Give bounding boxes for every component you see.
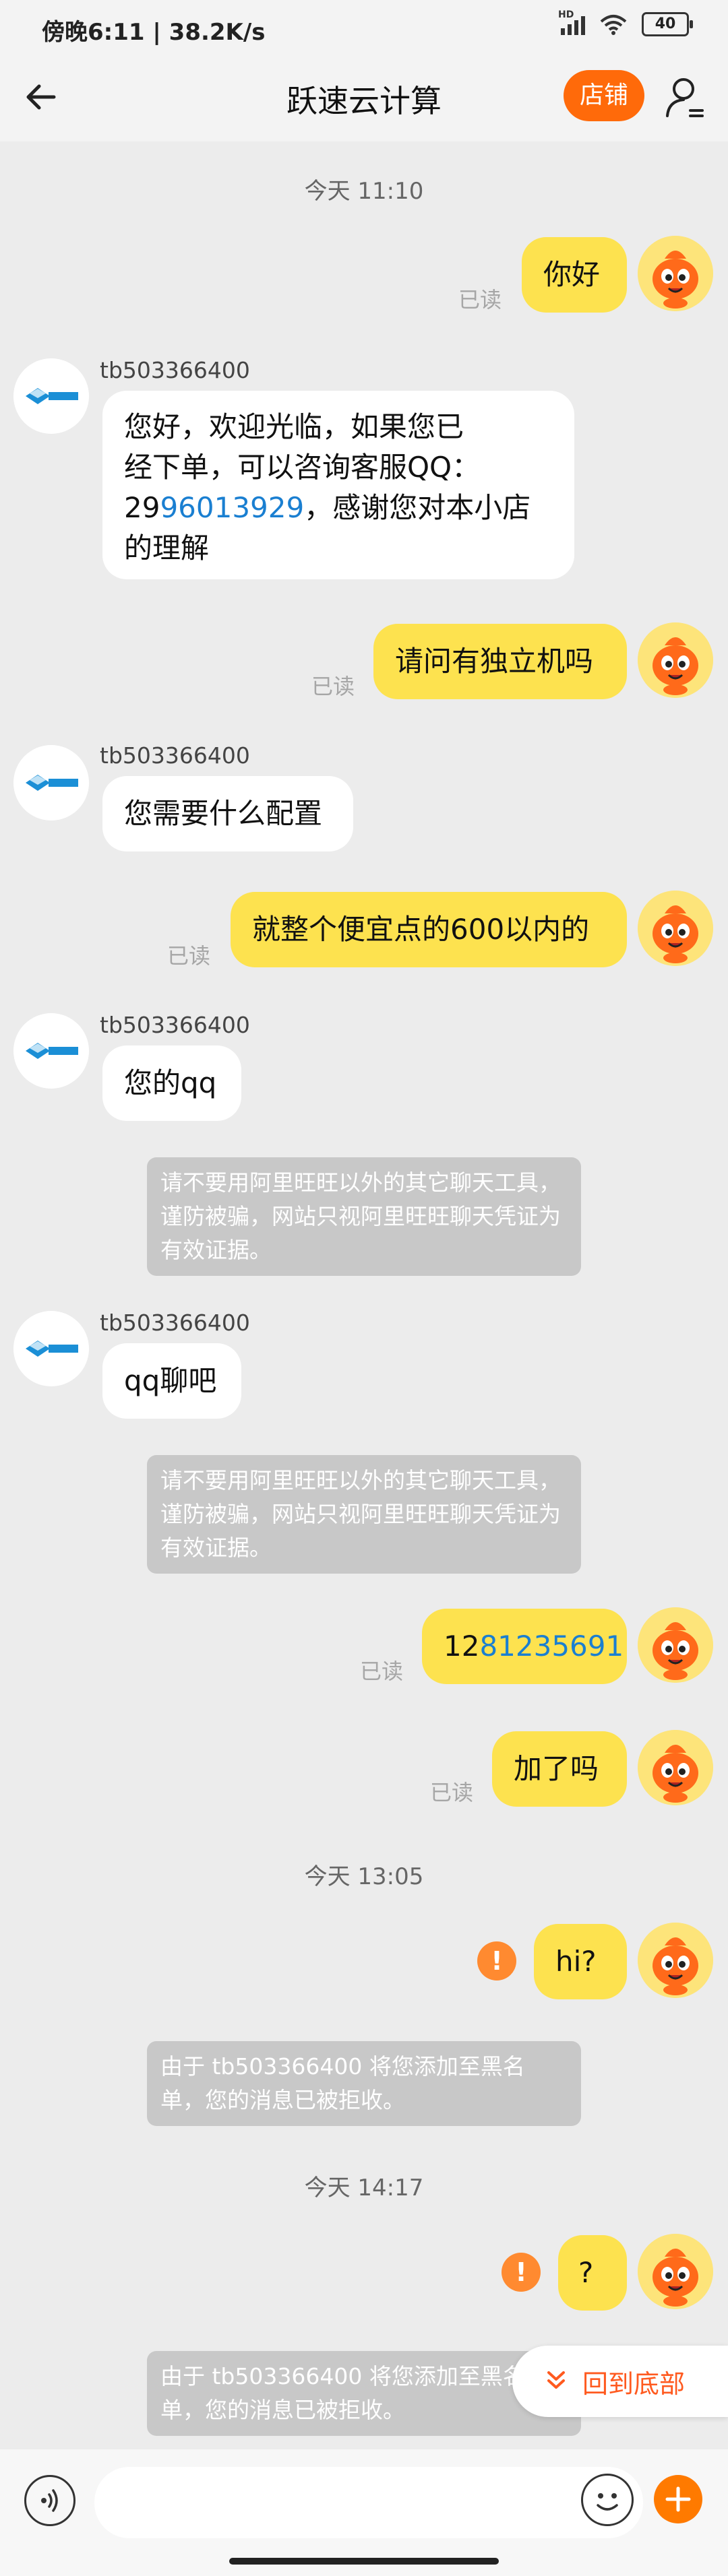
shop-message-bubble[interactable]: 您的qq bbox=[102, 1045, 241, 1121]
battery-icon: 40 bbox=[642, 12, 693, 36]
read-receipt: 已读 bbox=[311, 674, 355, 699]
send-failed-icon[interactable]: ! bbox=[477, 1941, 516, 1981]
message-text: 29 bbox=[124, 491, 160, 524]
person-icon[interactable] bbox=[661, 73, 709, 121]
message-line: 的理解 bbox=[124, 532, 210, 565]
qq-number-link[interactable]: 96013929 bbox=[160, 491, 304, 524]
status-time: 傍晚6:11 | 38.2K/s bbox=[42, 19, 266, 46]
my-avatar[interactable] bbox=[638, 1607, 713, 1683]
message-line: 经下单，可以咨询客服QQ： bbox=[124, 451, 481, 484]
my-avatar[interactable] bbox=[638, 622, 713, 698]
my-avatar[interactable] bbox=[638, 2234, 713, 2309]
nav-bar: 跃速云计算 店铺 bbox=[0, 54, 728, 141]
my-avatar[interactable] bbox=[638, 1923, 713, 1998]
shop-avatar[interactable] bbox=[13, 1311, 89, 1386]
my-message-bubble[interactable]: ? bbox=[558, 2235, 627, 2311]
timestamp: 今天 14:17 bbox=[304, 2175, 424, 2201]
wifi-icon bbox=[600, 15, 627, 35]
my-avatar[interactable] bbox=[638, 236, 713, 311]
home-indicator[interactable] bbox=[229, 2558, 499, 2565]
message-text: ，感谢您对本小店 bbox=[304, 491, 531, 524]
sender-name: tb503366400 bbox=[100, 1012, 250, 1038]
back-to-bottom-button[interactable]: 回到底部 bbox=[512, 2346, 728, 2417]
emoji-icon[interactable] bbox=[581, 2474, 634, 2526]
timestamp: 今天 11:10 bbox=[304, 178, 424, 205]
status-bar: 傍晚6:11 | 38.2K/s HD 40 bbox=[0, 0, 728, 54]
back-to-bottom-label: 回到底部 bbox=[582, 2369, 686, 2399]
system-notice: 请不要用阿里旺旺以外的其它聊天工具，谨防被骗，网站只视阿里旺旺聊天凭证为有效证据… bbox=[147, 1157, 581, 1276]
sender-name: tb503366400 bbox=[100, 357, 250, 383]
my-avatar[interactable] bbox=[638, 891, 713, 966]
shop-button[interactable]: 店铺 bbox=[564, 70, 644, 121]
hd-label: HD bbox=[558, 9, 574, 20]
read-receipt: 已读 bbox=[430, 1780, 474, 1805]
shop-message-bubble[interactable]: qq聊吧 bbox=[102, 1343, 241, 1419]
message-line: 2996013929，感谢您对本小店 bbox=[124, 488, 553, 528]
message-line: 您好，欢迎光临，如果您已 bbox=[124, 410, 464, 443]
read-receipt: 已读 bbox=[458, 287, 502, 313]
my-message-bubble[interactable]: 你好 bbox=[522, 237, 627, 313]
my-avatar[interactable] bbox=[638, 1730, 713, 1805]
read-receipt: 已读 bbox=[167, 943, 211, 969]
message-text: 12 bbox=[444, 1630, 480, 1663]
shop-message-bubble[interactable]: 您好，欢迎光临，如果您已 经下单，可以咨询客服QQ： 2996013929，感谢… bbox=[102, 391, 574, 579]
blocked-notice: 由于 tb503366400 将您添加至黑名单，您的消息已被拒收。 bbox=[147, 2041, 581, 2126]
shop-message-bubble[interactable]: 您需要什么配置 bbox=[102, 776, 353, 851]
status-icons: HD 40 bbox=[558, 9, 693, 36]
shop-avatar[interactable] bbox=[13, 745, 89, 820]
input-bar bbox=[0, 2449, 728, 2576]
double-chevron-down-icon bbox=[547, 2371, 565, 2389]
voice-icon[interactable] bbox=[24, 2475, 75, 2526]
shop-avatar[interactable] bbox=[13, 1013, 89, 1089]
plus-icon[interactable] bbox=[654, 2475, 702, 2523]
timestamp: 今天 13:05 bbox=[304, 1863, 424, 1890]
read-receipt: 已读 bbox=[360, 1659, 404, 1684]
qq-number-link[interactable]: 81235691 bbox=[479, 1630, 624, 1663]
signal-icon: HD bbox=[558, 9, 585, 35]
message-input[interactable] bbox=[94, 2467, 643, 2538]
my-message-bubble[interactable]: hi? bbox=[534, 1924, 627, 1999]
my-message-bubble[interactable]: 1281235691 bbox=[422, 1609, 627, 1684]
send-failed-icon[interactable]: ! bbox=[502, 2253, 541, 2292]
shop-avatar[interactable] bbox=[13, 358, 89, 434]
my-message-bubble[interactable]: 加了吗 bbox=[492, 1731, 627, 1807]
system-notice: 请不要用阿里旺旺以外的其它聊天工具，谨防被骗，网站只视阿里旺旺聊天凭证为有效证据… bbox=[147, 1455, 581, 1574]
my-message-bubble[interactable]: 就整个便宜点的600以内的 bbox=[231, 892, 627, 967]
my-message-bubble[interactable]: 请问有独立机吗 bbox=[373, 624, 627, 699]
sender-name: tb503366400 bbox=[100, 742, 250, 769]
sender-name: tb503366400 bbox=[100, 1310, 250, 1336]
